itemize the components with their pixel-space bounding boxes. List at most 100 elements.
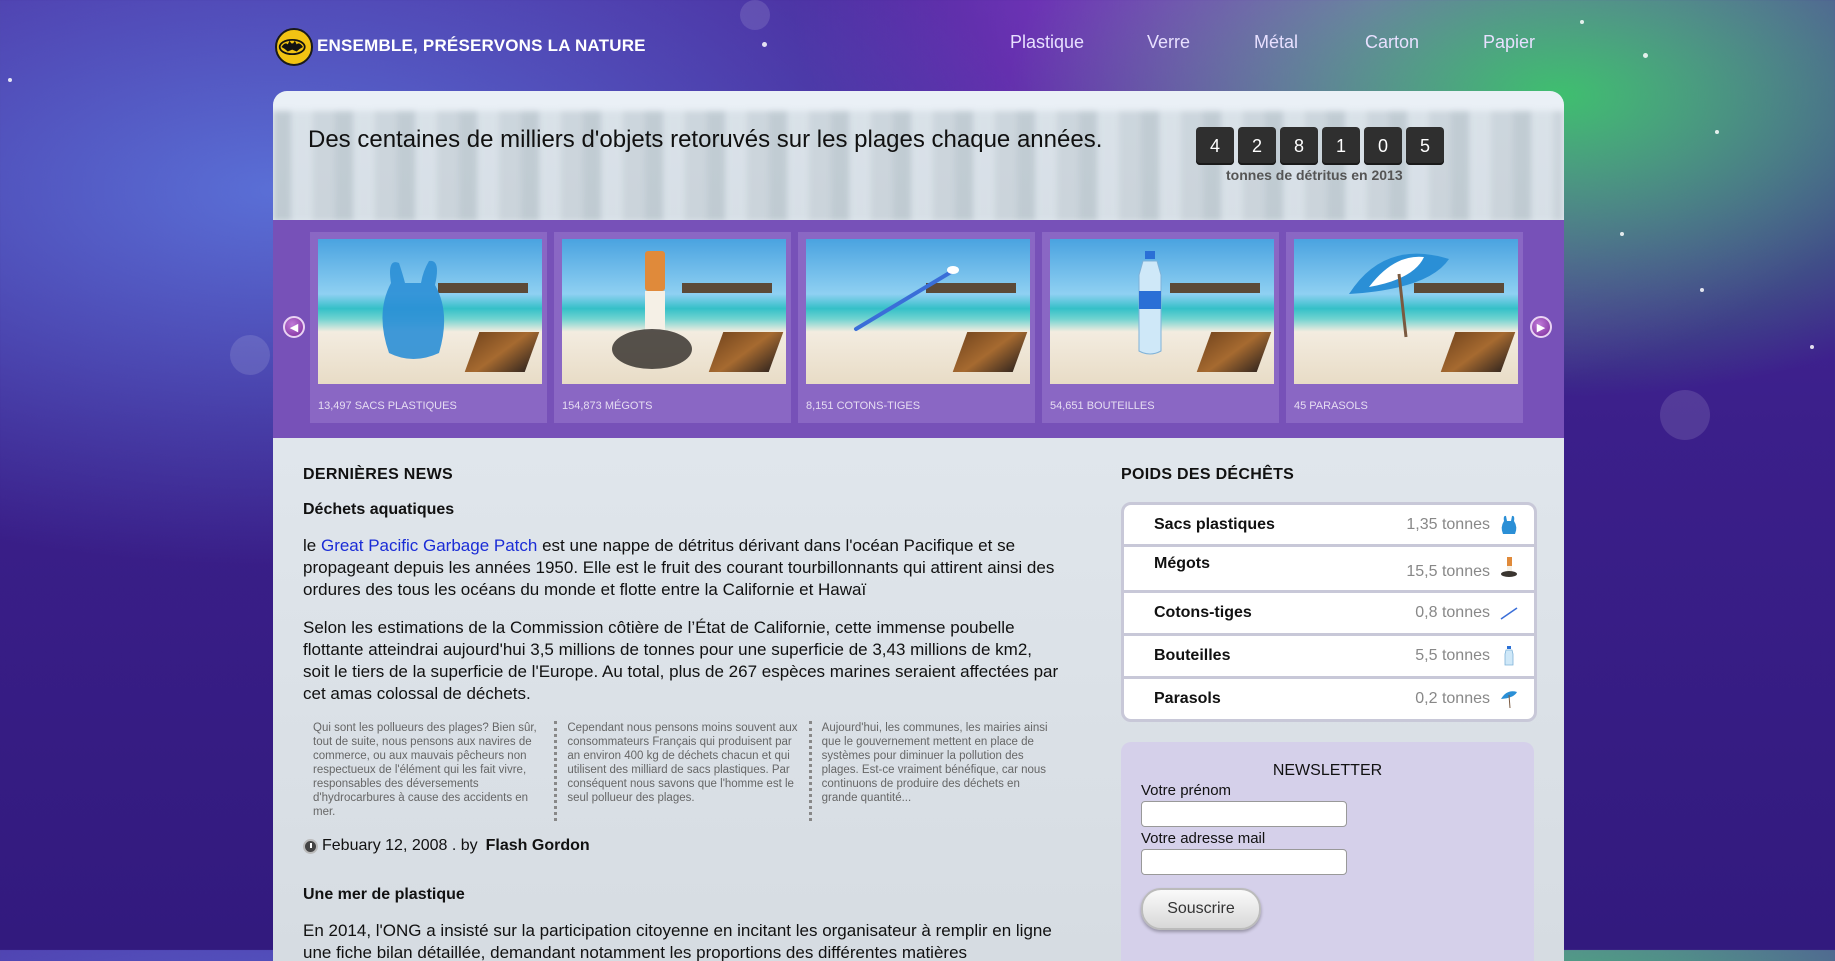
weight-row: Bouteilles 5,5 tonnes [1124,633,1534,676]
weight-row: Cotons-tiges 0,8 tonnes [1124,590,1534,633]
nav-item-metal[interactable]: Métal [1254,32,1298,53]
newsletter-title: NEWSLETTER [1272,762,1383,779]
carousel-next-button[interactable]: ▶ [1530,316,1552,338]
article-column: Cependant nous pensons moins souvent aux… [554,721,808,821]
carousel-slide-parasols[interactable]: 45 PARASOLS [1286,232,1523,423]
star [762,42,767,47]
bokeh-circle [740,0,770,30]
counter-digit: 2 [1238,127,1276,165]
star [1700,288,1704,292]
plastic-bag-icon [1501,515,1517,534]
site-logo[interactable] [275,28,313,66]
article-column: Aujourd'hui, les communes, les mairies a… [808,721,1063,821]
bottle-icon [1138,251,1162,355]
main-panel: Des centaines de milliers d'objets retor… [273,91,1564,961]
cotton-swab-icon [1500,607,1518,620]
bottle-icon [1504,646,1514,666]
slide-caption: 8,151 COTONS-TIGES [806,400,921,412]
bat-logo-icon [278,38,306,56]
article-byline: Febuary 12, 2008 . by Flash Gordon [303,837,590,855]
article-paragraph: le Great Pacific Garbage Patch est une n… [303,535,1063,601]
article-paragraph: Selon les estimations de la Commission c… [303,618,1059,703]
weight-row: Mégots 15,5 tonnes [1124,544,1534,590]
beach-chair [1196,332,1272,372]
star [1620,232,1624,236]
carousel-slide-plastic-bags[interactable]: 13,497 SACS PLASTIQUES [310,232,547,423]
star [1643,53,1648,58]
site-title[interactable]: ENSEMBLE, PRÉSERVONS LA NATURE [317,36,646,56]
firstname-label: Votre prénom [1141,782,1232,799]
cigarette-butt-icon [1501,557,1517,577]
beach-chair [464,332,540,372]
weight-row: Parasols 0,2 tonnes [1124,676,1534,719]
firstname-input[interactable] [1141,801,1347,827]
nav-item-papier[interactable]: Papier [1483,32,1535,53]
cotton-swab-icon [854,266,959,331]
carousel-prev-button[interactable]: ◀ [283,316,305,338]
nav-item-carton[interactable]: Carton [1365,32,1419,53]
beach-photo [1050,239,1274,384]
weight-name: Mégots [1154,555,1210,572]
star [1810,345,1814,349]
paragraph-prefix: le [303,536,321,555]
counter-caption: tonnes de détritus en 2013 [1226,167,1403,183]
garbage-patch-link[interactable]: Great Pacific Garbage Patch [321,536,537,555]
counter-digit: 4 [1196,127,1234,165]
article-author[interactable]: Flash Gordon [486,837,590,855]
subscribe-button[interactable]: Souscrire [1141,888,1261,930]
carousel-slide-cigarette-butts[interactable]: 154,873 MÉGOTS [554,232,791,423]
weight-name: Parasols [1154,690,1221,707]
debris-carousel: ◀ 13,497 SACS PLASTIQUES 154,873 MÉGOTS … [273,220,1564,438]
weight-value: 15,5 tonnes [1406,563,1490,580]
weight-row: Sacs plastiques 1,35 tonnes [1124,505,1534,544]
weights-section-title: POIDS DES DÉCHÊTS [1121,466,1295,483]
article-title: Déchets aquatiques [303,501,455,518]
weight-value: 1,35 tonnes [1406,515,1490,533]
nav-item-plastique[interactable]: Plastique [1010,32,1084,53]
clock-icon [303,838,318,854]
hero-tagline: Des centaines de milliers d'objets retor… [308,126,1103,153]
nav-item-verre[interactable]: Verre [1147,32,1190,53]
newsletter-box: NEWSLETTER Votre prénom Votre adresse ma… [1121,742,1534,961]
counter-digit: 1 [1322,127,1360,165]
plastic-bag-icon [382,260,445,359]
bokeh-circle [230,335,270,375]
beach-photo [318,239,542,384]
news-section-title: DERNIÈRES NEWS [303,466,453,483]
beach-photo [806,239,1030,384]
carousel-slide-cotton-swabs[interactable]: 8,151 COTONS-TIGES [798,232,1035,423]
weight-value: 5,5 tonnes [1415,647,1490,664]
slide-caption: 154,873 MÉGOTS [562,400,653,412]
arrow-left-icon: ◀ [289,321,299,334]
email-input[interactable] [1141,849,1347,875]
slide-caption: 54,651 BOUTEILLES [1050,400,1155,412]
counter-digit: 8 [1280,127,1318,165]
carousel-slide-bottles[interactable]: 54,651 BOUTEILLES [1042,232,1279,423]
bokeh-circle [1660,390,1710,440]
article-title: Une mer de plastique [303,886,465,903]
star [1715,130,1719,134]
cigarette-butt-icon [612,251,692,369]
parasol-icon [1501,691,1517,709]
counter-digit: 5 [1406,127,1444,165]
article-columns: Qui sont les pollueurs des plages? Bien … [303,721,1063,821]
beach-chair [708,332,784,372]
weight-name: Sacs plastiques [1154,515,1275,533]
weights-table: Sacs plastiques 1,35 tonnes Mégots 15,5 … [1121,502,1537,722]
email-label: Votre adresse mail [1141,830,1266,847]
debris-counter: 4 2 8 1 0 5 [1196,127,1444,165]
star [8,78,12,82]
counter-digit: 0 [1364,127,1402,165]
weight-value: 0,8 tonnes [1415,604,1490,621]
parasol-icon [1349,253,1449,338]
water-bungalows [1170,283,1260,293]
weight-value: 0,2 tonnes [1415,690,1490,707]
beach-chair [952,332,1028,372]
star [1580,20,1584,24]
arrow-right-icon: ▶ [1536,321,1546,334]
weight-name: Bouteilles [1154,647,1231,664]
beach-photo [562,239,786,384]
article-column: Qui sont les pollueurs des plages? Bien … [313,722,537,818]
beach-photo [1294,239,1518,384]
weight-name: Cotons-tiges [1154,604,1252,621]
